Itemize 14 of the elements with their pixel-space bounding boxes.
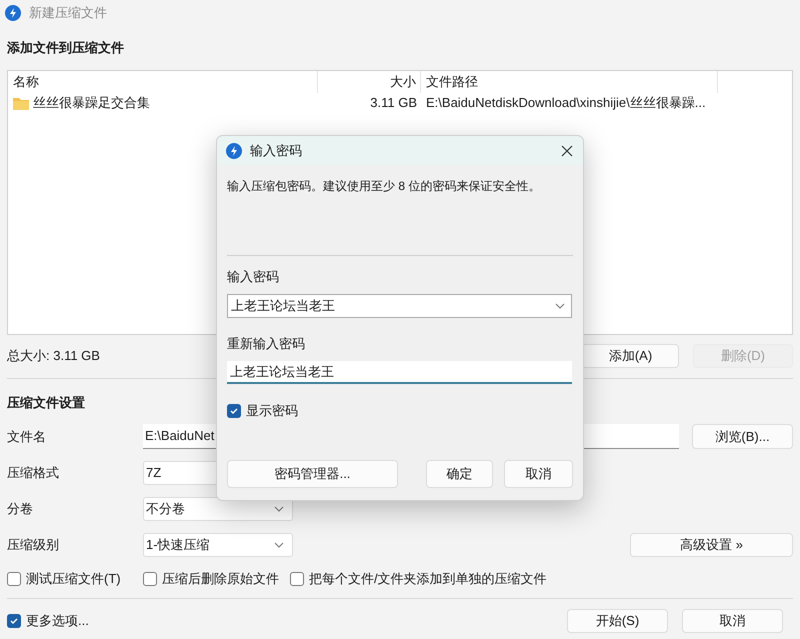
dialog-description: 输入压缩包密码。建议使用至少 8 位的密码来保证安全性。 [227, 178, 542, 195]
field-label: 文件名 [7, 428, 47, 446]
file-size: 3.11 GB [369, 94, 418, 112]
field-label: 重新输入密码 [227, 335, 306, 352]
field-label: 压缩级别 [7, 536, 60, 554]
dialog-title: 输入密码 [250, 142, 303, 160]
field-label: 输入密码 [227, 268, 280, 285]
window-title: 新建压缩文件 [29, 4, 107, 22]
field-label: 分卷 [7, 500, 34, 518]
total-size: 总大小: 3.11 GB [7, 347, 100, 366]
file-path: E:\BaiduNetdiskDownload\xinshijie\丝丝很暴躁... [425, 94, 706, 112]
section-title: 添加文件到压缩文件 [7, 39, 124, 56]
field-label: 压缩格式 [7, 464, 60, 482]
section-title: 压缩文件设置 [7, 394, 85, 411]
